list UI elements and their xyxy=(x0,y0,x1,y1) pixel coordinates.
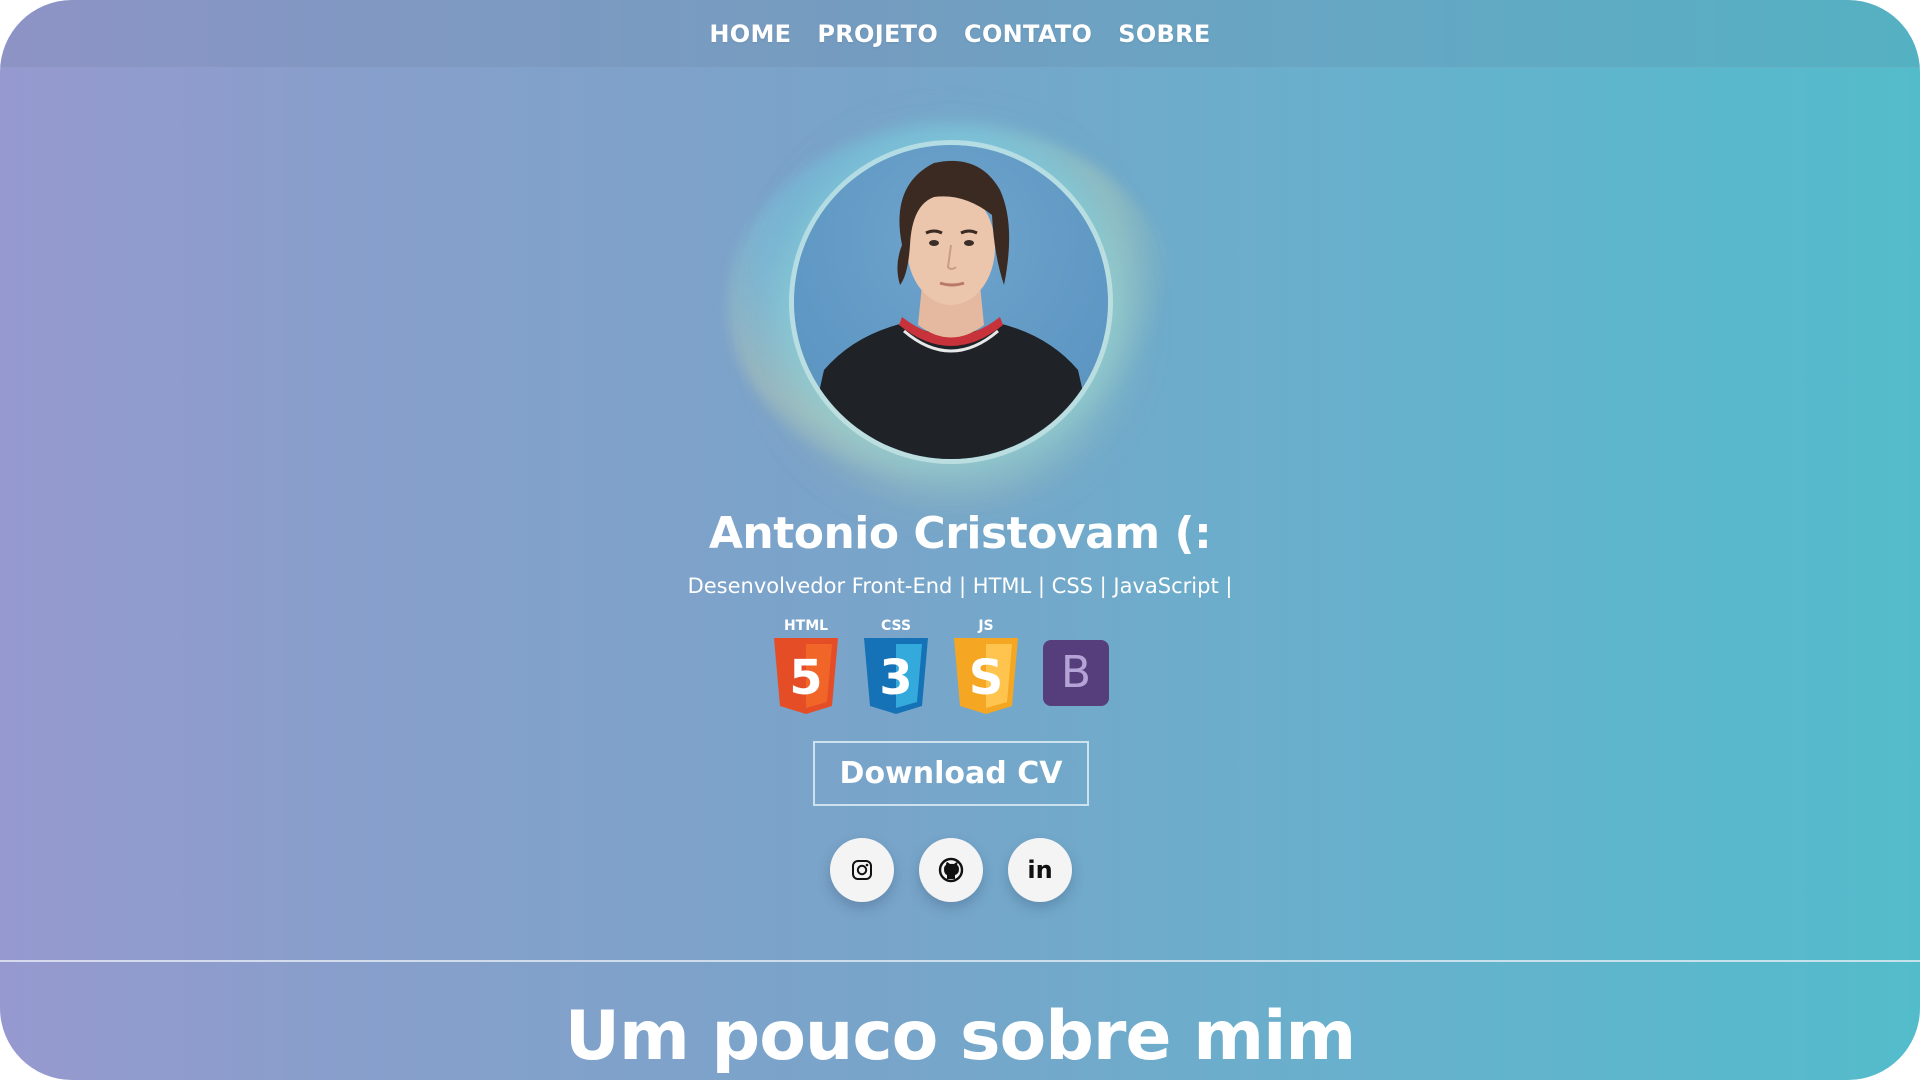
nav-link-contato[interactable]: CONTATO xyxy=(964,20,1092,48)
linkedin-icon: in xyxy=(1027,856,1053,884)
nav-link-home[interactable]: HOME xyxy=(709,20,791,48)
bootstrap-glyph: B xyxy=(1061,647,1091,698)
instagram-button[interactable] xyxy=(830,838,894,902)
instagram-icon xyxy=(852,860,872,880)
css3-icon: CSS 3 xyxy=(860,616,932,716)
javascript-icon: JS S xyxy=(950,616,1022,716)
html5-label: HTML xyxy=(784,618,828,634)
html5-icon: HTML 5 xyxy=(770,616,842,716)
bootstrap-icon: B xyxy=(1040,616,1112,716)
javascript-label: JS xyxy=(977,618,993,634)
download-cv-button[interactable]: Download CV xyxy=(813,741,1089,806)
profile-subtitle: Desenvolvedor Front-End | HTML | CSS | J… xyxy=(687,574,1233,598)
nav-link-sobre[interactable]: SOBRE xyxy=(1118,20,1210,48)
css3-glyph: 3 xyxy=(879,650,912,706)
html5-glyph: 5 xyxy=(789,650,822,706)
javascript-glyph: S xyxy=(969,650,1004,706)
about-section-title: Um pouco sobre mim xyxy=(564,997,1356,1076)
css3-label: CSS xyxy=(881,618,911,634)
profile-photo xyxy=(794,145,1108,459)
github-button[interactable] xyxy=(919,838,983,902)
profile-photo-illustration xyxy=(804,160,1098,459)
profile-name: Antonio Cristovam (: xyxy=(708,508,1212,559)
github-icon xyxy=(938,857,964,883)
page-background: HOME PROJETO CONTATO SOBRE Antonio Crist… xyxy=(0,0,1920,1080)
section-divider xyxy=(0,960,1920,962)
nav-link-projeto[interactable]: PROJETO xyxy=(817,20,938,48)
linkedin-button[interactable]: in xyxy=(1008,838,1072,902)
tech-icons-row: HTML 5 CSS 3 JS S B xyxy=(770,616,1150,716)
navbar: HOME PROJETO CONTATO SOBRE xyxy=(0,0,1920,68)
